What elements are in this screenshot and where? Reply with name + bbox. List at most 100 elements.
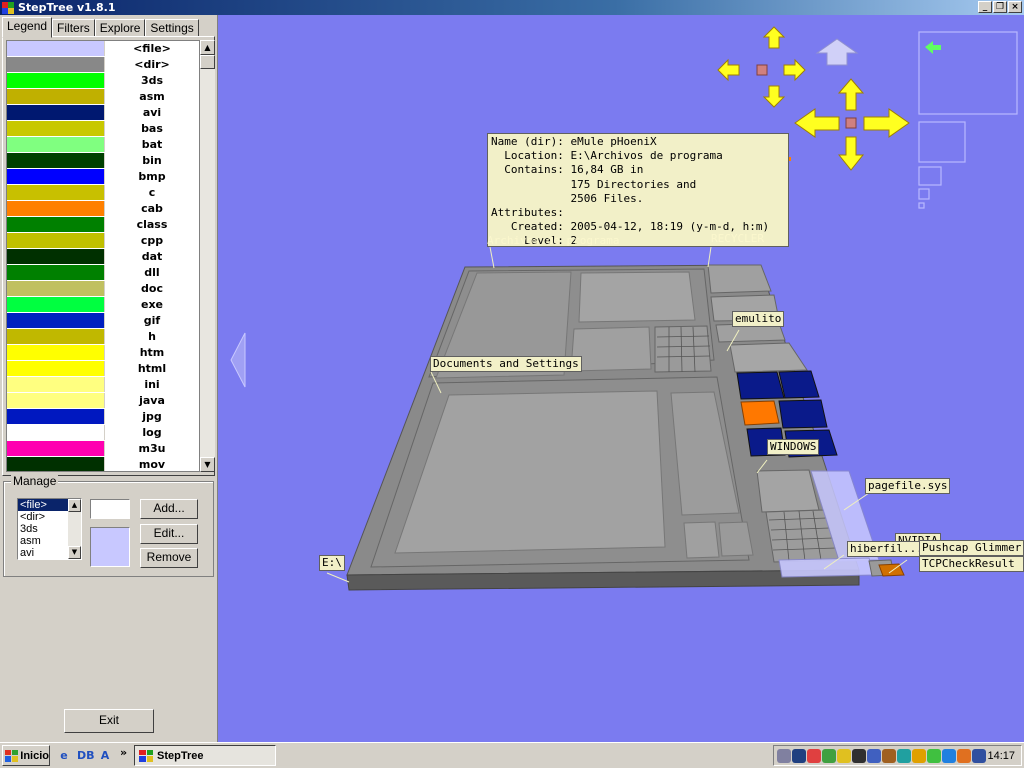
tray-icon[interactable] — [897, 748, 911, 763]
legend-color-swatch[interactable] — [7, 41, 104, 56]
scroll-down-icon[interactable]: ▼ — [68, 546, 81, 559]
legend-color-swatch[interactable] — [7, 361, 104, 376]
legend-row[interactable]: html — [7, 361, 199, 377]
legend-row[interactable]: <file> — [7, 41, 199, 57]
legend-row[interactable]: htm — [7, 345, 199, 361]
legend-color-swatch[interactable] — [7, 425, 104, 440]
legend-color-swatch[interactable] — [7, 393, 104, 408]
tray-icon[interactable] — [882, 748, 896, 763]
legend-row[interactable]: ini — [7, 377, 199, 393]
legend-row[interactable]: class — [7, 217, 199, 233]
type-item[interactable]: asm — [18, 535, 68, 547]
legend-row[interactable]: avi — [7, 105, 199, 121]
type-item[interactable]: avi — [18, 547, 68, 559]
rotate-controls[interactable] — [794, 78, 910, 171]
legend-row[interactable]: <dir> — [7, 57, 199, 73]
label-archivos[interactable]: Archivos de programa — [487, 234, 619, 247]
legend-row[interactable]: bat — [7, 137, 199, 153]
legend-row[interactable]: log — [7, 425, 199, 441]
legend-color-swatch[interactable] — [7, 377, 104, 392]
drive-block[interactable] — [346, 264, 905, 591]
legend-color-swatch[interactable] — [7, 281, 104, 296]
exit-button[interactable]: Exit — [64, 709, 154, 733]
legend-row[interactable]: bmp — [7, 169, 199, 185]
tray-icon[interactable] — [972, 748, 986, 763]
label-emulito[interactable]: emulito — [732, 311, 785, 327]
taskbar-item-steptree[interactable]: StepTree — [134, 745, 276, 766]
add-button[interactable]: Add... — [140, 499, 198, 519]
db-icon[interactable]: DB — [77, 748, 95, 764]
pan-controls[interactable] — [717, 26, 806, 108]
legend-row[interactable]: 3ds — [7, 73, 199, 89]
tray-icon[interactable] — [927, 748, 941, 763]
tray-icon[interactable] — [957, 748, 971, 763]
legend-row[interactable]: dll — [7, 265, 199, 281]
legend-row[interactable]: bas — [7, 121, 199, 137]
scroll-up-icon[interactable]: ▲ — [200, 40, 215, 55]
tab-legend[interactable]: Legend — [2, 17, 53, 38]
type-item[interactable]: <dir> — [18, 511, 68, 523]
legend-row[interactable]: gif — [7, 313, 199, 329]
legend-row[interactable]: doc — [7, 281, 199, 297]
restore-button[interactable]: ❐ — [993, 1, 1007, 13]
legend-row[interactable]: m3u — [7, 441, 199, 457]
tray-icon[interactable] — [852, 748, 866, 763]
label-pushcap[interactable]: Pushcap Glimmer — [919, 540, 1024, 556]
legend-color-swatch[interactable] — [7, 169, 104, 184]
quicklaunch-chevron-icon[interactable]: » — [120, 746, 127, 759]
legend-color-swatch[interactable] — [7, 265, 104, 280]
minimize-button[interactable]: _ — [978, 1, 992, 13]
history-map[interactable] — [918, 31, 1018, 209]
legend-color-swatch[interactable] — [7, 89, 104, 104]
legend-color-swatch[interactable] — [7, 153, 104, 168]
legend-scrollbar[interactable]: ▲ ▼ — [200, 40, 215, 472]
type-item[interactable]: 3ds — [18, 523, 68, 535]
tray-icon[interactable] — [792, 748, 806, 763]
extension-input[interactable] — [90, 499, 130, 519]
scroll-thumb[interactable] — [200, 55, 215, 69]
legend-color-swatch[interactable] — [7, 233, 104, 248]
tray-icon[interactable] — [867, 748, 881, 763]
legend-color-swatch[interactable] — [7, 217, 104, 232]
legend-color-swatch[interactable] — [7, 345, 104, 360]
legend-row[interactable]: cab — [7, 201, 199, 217]
tray-icon[interactable] — [807, 748, 821, 763]
legend-color-swatch[interactable] — [7, 121, 104, 136]
legend-color-swatch[interactable] — [7, 297, 104, 312]
legend-color-swatch[interactable] — [7, 329, 104, 344]
legend-color-swatch[interactable] — [7, 73, 104, 88]
treemap-viewport[interactable]: Name (dir): eMule pHoeniX Location: E:\A… — [219, 15, 1024, 742]
legend-color-swatch[interactable] — [7, 185, 104, 200]
label-documents-and-settings[interactable]: Documents and Settings — [430, 356, 582, 372]
color-preview[interactable] — [90, 527, 130, 567]
legend-row[interactable]: h — [7, 329, 199, 345]
legend-color-swatch[interactable] — [7, 105, 104, 120]
ie-icon[interactable]: e — [56, 748, 72, 764]
remove-button[interactable]: Remove — [140, 548, 198, 568]
up-arrow-icon[interactable] — [815, 38, 859, 66]
back-history-icon[interactable] — [925, 41, 941, 54]
tab-explore[interactable]: Explore — [94, 19, 146, 37]
tray-icon[interactable] — [777, 748, 791, 763]
legend-list[interactable]: <file> <dir> 3ds asm avi bas bat bin bmp c cab clas… — [6, 40, 200, 472]
tab-settings[interactable]: Settings — [145, 19, 199, 37]
legend-row[interactable]: mov — [7, 457, 199, 471]
back-arrow-icon[interactable] — [230, 332, 246, 388]
label-tcpcheckresult[interactable]: TCPCheckResult — [919, 556, 1024, 572]
legend-row[interactable]: dat — [7, 249, 199, 265]
app-a-icon[interactable]: A — [97, 748, 113, 764]
label-windows[interactable]: WINDOWS — [767, 439, 820, 455]
legend-row[interactable]: c — [7, 185, 199, 201]
start-button[interactable]: Inicio — [2, 745, 50, 766]
tray-icon[interactable] — [912, 748, 926, 763]
legend-color-swatch[interactable] — [7, 249, 104, 264]
legend-color-swatch[interactable] — [7, 441, 104, 456]
type-scrollbar[interactable]: ▲ ▼ — [68, 499, 81, 559]
legend-row[interactable]: asm — [7, 89, 199, 105]
treemap-scene[interactable] — [219, 15, 1024, 742]
legend-color-swatch[interactable] — [7, 57, 104, 72]
tray-icon[interactable] — [942, 748, 956, 763]
tray-icon[interactable] — [822, 748, 836, 763]
legend-color-swatch[interactable] — [7, 201, 104, 216]
legend-color-swatch[interactable] — [7, 137, 104, 152]
